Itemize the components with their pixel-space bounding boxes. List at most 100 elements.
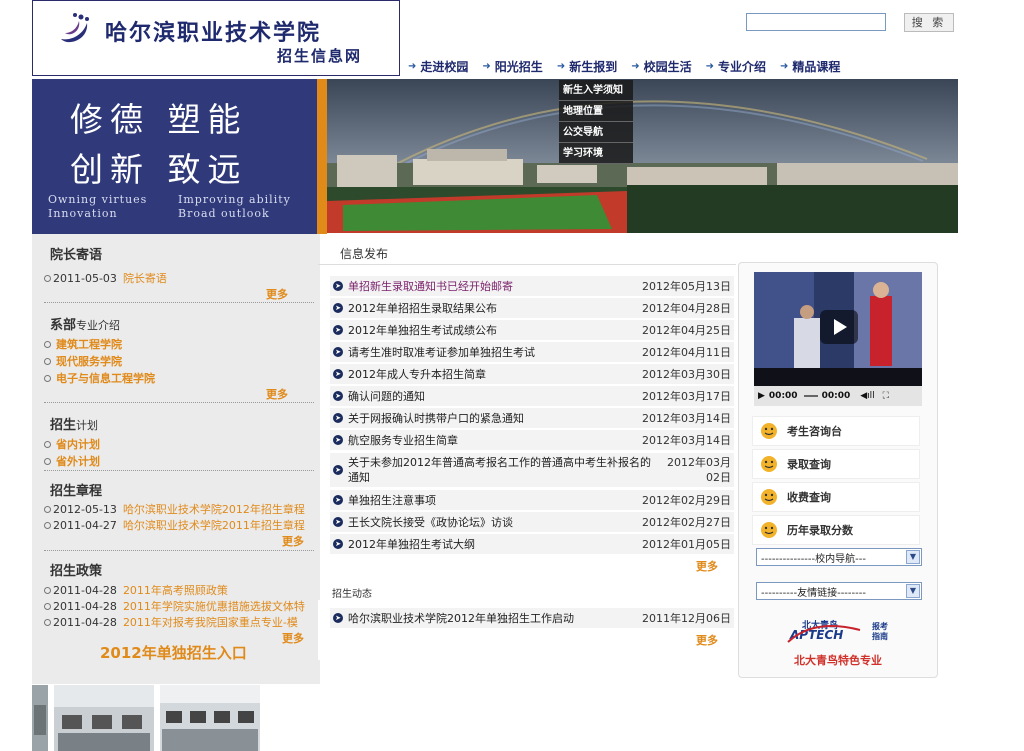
- nav-item-courses[interactable]: ➜ 精品课程: [780, 56, 840, 76]
- dynamics-more-link[interactable]: 更多: [696, 632, 718, 648]
- campus-thumbnail[interactable]: [32, 685, 48, 751]
- video-player[interactable]: ▶ 00:00 00:00 ◀ıll ⛶: [754, 272, 922, 406]
- plan-link-in-province[interactable]: 省内计划: [56, 436, 100, 452]
- charter-link-2011[interactable]: 哈尔滨职业技术学院2011年招生章程: [123, 517, 305, 533]
- plan-link-out-province[interactable]: 省外计划: [56, 453, 100, 469]
- search-button[interactable]: 搜 索: [904, 13, 954, 32]
- list-item: 建筑工程学院: [44, 336, 122, 352]
- list-item: 省内计划: [44, 436, 100, 452]
- nav-item-registration[interactable]: ➜ 新生报到: [557, 56, 617, 76]
- item-date: 2011-04-28: [53, 599, 117, 613]
- nav-item-majors[interactable]: ➜ 专业介绍: [706, 56, 766, 76]
- seek-bar[interactable]: [803, 395, 818, 397]
- department-link-modern-service[interactable]: 现代服务学院: [56, 353, 122, 369]
- smiley-icon: [761, 489, 777, 505]
- fullscreen-icon[interactable]: ⛶: [883, 391, 889, 401]
- campus-photo: [327, 79, 958, 233]
- motto-banner: 修德 塑能 创新 致远 Owning virtues Improving abi…: [32, 79, 317, 234]
- campus-nav-select[interactable]: ---------------校内导航--- ▼: [756, 548, 922, 566]
- bullet-circle-icon: [44, 340, 51, 348]
- news-row[interactable]: ➤ 单独招生注意事项 2012年02月29日: [330, 490, 734, 510]
- dropdown-item-freshman-notice[interactable]: 新生入学须知: [559, 80, 633, 101]
- news-more-link[interactable]: 更多: [696, 558, 718, 574]
- news-row[interactable]: ➤ 关于网报确认时携带户口的紧急通知 2012年03月14日: [330, 408, 734, 428]
- swoosh-icon: [787, 625, 861, 643]
- charter-link-2012[interactable]: 哈尔滨职业技术学院2012年招生章程: [123, 501, 305, 517]
- nav-label: 阳光招生: [494, 59, 543, 74]
- arrow-right-icon: ➜: [780, 60, 789, 72]
- play-small-icon[interactable]: ▶: [758, 391, 765, 401]
- news-row[interactable]: ➤ 单招新生录取通知书已经开始邮寄 2012年05月13日: [330, 276, 734, 296]
- item-date: 2011-04-28: [53, 583, 117, 597]
- news-row[interactable]: ➤ 2012年单招招生录取结果公布 2012年04月28日: [330, 298, 734, 318]
- news-row[interactable]: ➤ 确认问题的通知 2012年03月17日: [330, 386, 734, 406]
- arrow-bullet-icon: ➤: [333, 465, 343, 475]
- main-nav: ➜ 走进校园 ➜ 阳光招生 ➜ 新生报到 ➜ 校园生活 ➜ 专业介绍 ➜ 精品课程: [408, 56, 854, 76]
- news-row[interactable]: ➤ 2012年成人专升本招生简章 2012年03月30日: [330, 364, 734, 384]
- chevron-down-icon[interactable]: ▼: [906, 550, 920, 564]
- news-title: 关于网报确认时携带户口的紧急通知: [348, 412, 524, 425]
- list-item: 2011-04-28 2011年高考照顾政策: [44, 582, 228, 598]
- service-fee-query[interactable]: 收费查询: [752, 482, 920, 512]
- nav-label: 专业介绍: [718, 59, 767, 74]
- news-title: 王长文院长接受《政协论坛》访谈: [348, 516, 513, 529]
- nav-item-campus[interactable]: ➜ 走进校园: [408, 56, 468, 76]
- dropdown-item-study-environment[interactable]: 学习环境: [559, 143, 633, 164]
- motto-en-1a: Owning virtues: [48, 193, 148, 206]
- news-title: 关于未参加2012年普通高考报名工作的普通高中考生补报名的通知: [348, 456, 651, 484]
- policy-link-care[interactable]: 2011年高考照顾政策: [123, 582, 228, 598]
- nav-item-campus-life[interactable]: ➜ 校园生活: [631, 56, 691, 76]
- nav-item-admission[interactable]: ➜ 阳光招生: [482, 56, 542, 76]
- arrow-bullet-icon: ➤: [333, 369, 343, 379]
- charter-more-link[interactable]: 更多: [282, 533, 304, 549]
- list-item: 省外计划: [44, 453, 100, 469]
- news-row[interactable]: ➤ 王长文院长接受《政协论坛》访谈 2012年02月27日: [330, 512, 734, 532]
- bullet-circle-icon: [44, 602, 51, 610]
- arrow-bullet-icon: ➤: [333, 613, 343, 623]
- chevron-down-icon[interactable]: ▼: [906, 584, 920, 598]
- arrow-bullet-icon: ➤: [333, 303, 343, 313]
- service-label: 收费查询: [787, 491, 831, 504]
- president-more-link[interactable]: 更多: [266, 286, 288, 302]
- news-row[interactable]: ➤ 请考生准时取准考证参加单独招生考试 2012年04月11日: [330, 342, 734, 362]
- news-date: 2012年04月11日: [642, 346, 731, 359]
- news-row[interactable]: ➤ 2012年单独招生考试成绩公布 2012年04月25日: [330, 320, 734, 340]
- departments-more-link[interactable]: 更多: [266, 386, 288, 402]
- news-date: 2012年03月14日: [642, 434, 731, 447]
- news-row[interactable]: ➤ 航空服务专业招生简章 2012年03月14日: [330, 430, 734, 450]
- site-logo[interactable]: 哈尔滨职业技术学院 招生信息网: [32, 0, 400, 76]
- bullet-circle-icon: [44, 457, 51, 465]
- news-row[interactable]: ➤ 2012年单独招生考试大纲 2012年01月05日: [330, 534, 734, 554]
- policy-link-preferential[interactable]: 2011年学院实施优惠措施选拔文体特: [123, 598, 305, 614]
- service-admission-query[interactable]: 录取查询: [752, 449, 920, 479]
- classroom-thumbnail[interactable]: [54, 685, 154, 751]
- news-row[interactable]: ➤ 哈尔滨职业技术学院2012年单独招生工作启动 2011年12月06日: [330, 608, 734, 628]
- department-link-electronics[interactable]: 电子与信息工程学院: [56, 370, 155, 386]
- bullet-circle-icon: [44, 440, 51, 448]
- arrow-right-icon: ➜: [631, 60, 640, 72]
- service-consult[interactable]: 考生咨询台: [752, 416, 920, 446]
- aptech-guide-label: 报考指南: [872, 622, 888, 641]
- divider: [44, 470, 314, 471]
- department-link-architecture[interactable]: 建筑工程学院: [56, 336, 122, 352]
- news-title: 请考生准时取准考证参加单独招生考试: [348, 346, 535, 359]
- divider: [318, 264, 736, 265]
- independent-enrollment-link[interactable]: 2012年单独招生入口: [100, 642, 247, 663]
- news-date: 2012年03月14日: [642, 412, 731, 425]
- president-message-link[interactable]: 院长寄语: [123, 270, 167, 286]
- search-input[interactable]: [746, 13, 886, 31]
- service-past-scores[interactable]: 历年录取分数: [752, 515, 920, 545]
- dropdown-item-bus-navigation[interactable]: 公交导航: [559, 122, 633, 143]
- item-date: 2011-05-03: [53, 271, 117, 285]
- friend-links-select[interactable]: ----------友情链接-------- ▼: [756, 582, 922, 600]
- lab-thumbnail[interactable]: [160, 685, 260, 751]
- aptech-ad-link[interactable]: 北大青鸟 APTECH 报考指南 北大青鸟特色专业: [784, 616, 894, 668]
- news-row[interactable]: ➤ 关于未参加2012年普通高考报名工作的普通高中考生补报名的通知 2012年03月…: [330, 453, 734, 487]
- motto-line-2: 创新 致远: [70, 150, 248, 189]
- policy-link-key-majors[interactable]: 2011年对报考我院国家重点专业-模: [123, 614, 298, 630]
- policy-more-link[interactable]: 更多: [282, 630, 304, 646]
- play-icon[interactable]: [820, 310, 858, 344]
- volume-icon[interactable]: ◀ıll: [860, 391, 874, 401]
- divider: [44, 302, 314, 303]
- dropdown-item-location[interactable]: 地理位置: [559, 101, 633, 122]
